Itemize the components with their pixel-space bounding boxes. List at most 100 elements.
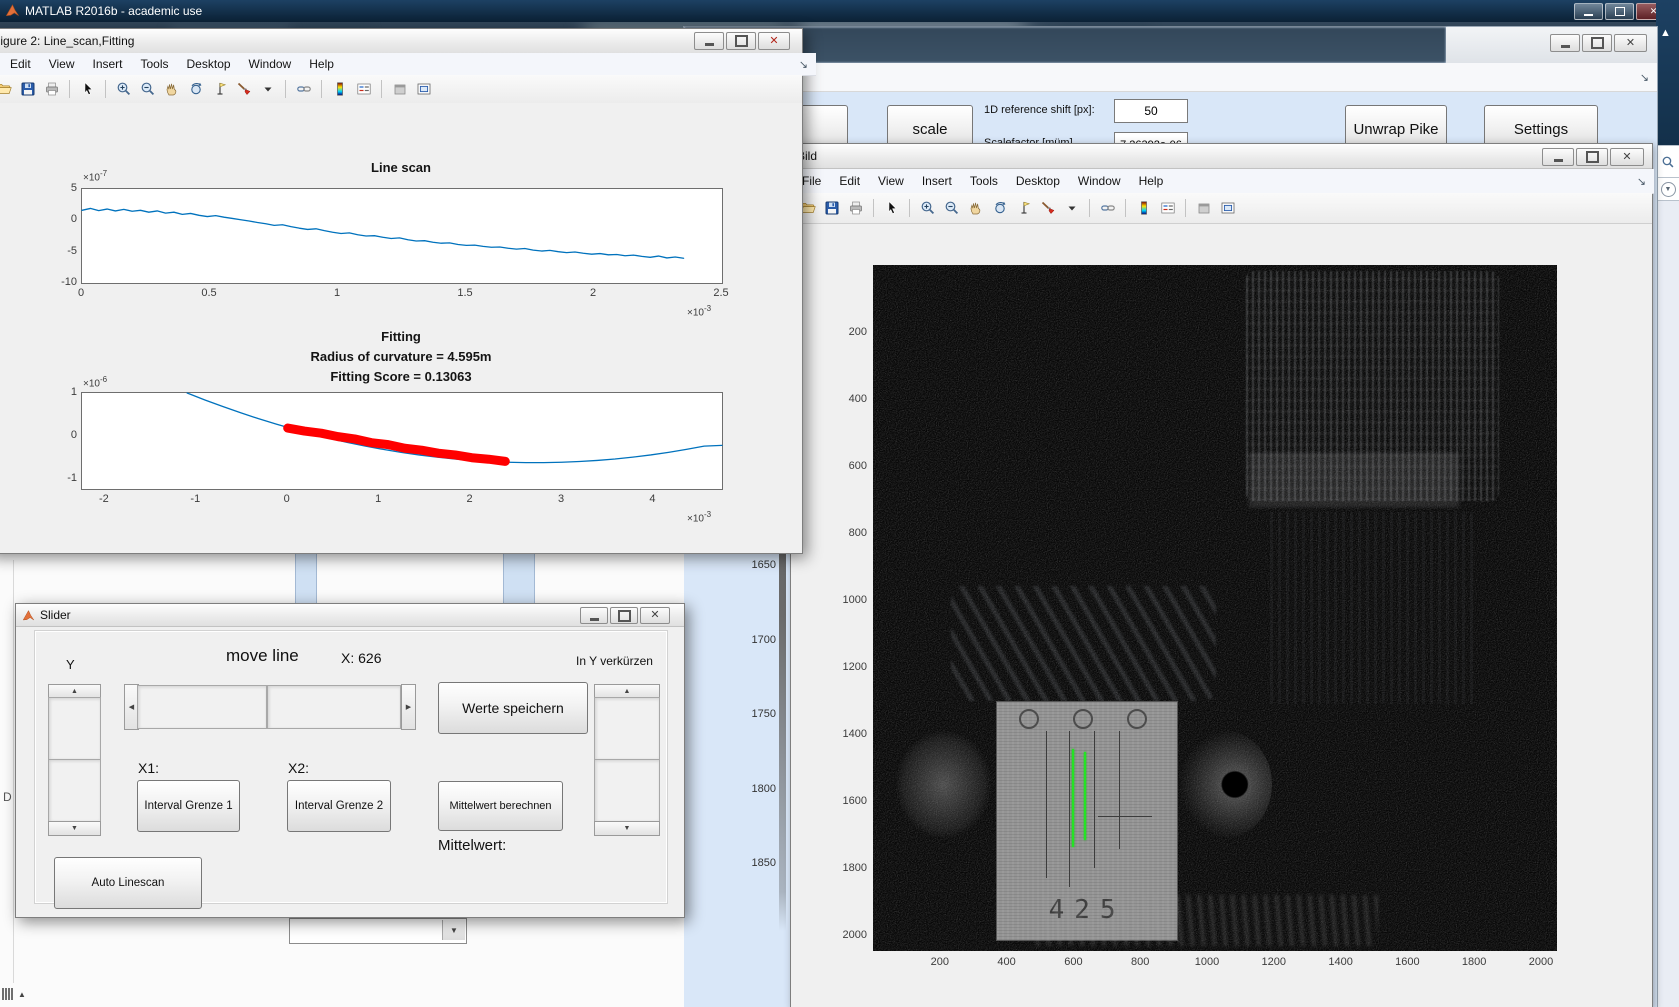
print-icon[interactable] <box>845 198 866 219</box>
zoomout-icon[interactable] <box>941 198 962 219</box>
rotate-icon[interactable] <box>989 198 1010 219</box>
legend-icon[interactable] <box>1157 198 1178 219</box>
move-line-slider[interactable]: ◀ ▶ <box>124 684 414 730</box>
menu-item-view[interactable]: View <box>40 53 84 75</box>
cursor-icon[interactable] <box>77 79 98 100</box>
menu-item-edit[interactable]: Edit <box>1 53 40 75</box>
datacursor-icon[interactable] <box>1013 198 1034 219</box>
menu-item-insert[interactable]: Insert <box>83 53 131 75</box>
menu-item-tools[interactable]: Tools <box>961 170 1007 192</box>
colorbar-icon[interactable] <box>1133 198 1154 219</box>
menu-item-desktop[interactable]: Desktop <box>1007 170 1069 192</box>
restore-button[interactable] <box>1605 3 1634 20</box>
close-button[interactable]: ✕ <box>640 607 670 624</box>
calculate-mean-button[interactable]: Mittelwert berechnen <box>438 781 563 831</box>
slider-track[interactable] <box>137 685 267 729</box>
print-icon[interactable] <box>41 79 62 100</box>
hand-icon[interactable] <box>965 198 986 219</box>
interval-limit1-button[interactable]: Interval Grenze 1 <box>137 780 240 832</box>
bild-image[interactable]: 425 <box>873 265 1557 951</box>
restore-button[interactable] <box>726 32 756 50</box>
zoomout-icon[interactable] <box>137 79 158 100</box>
save-icon[interactable] <box>821 198 842 219</box>
minimize-button[interactable] <box>1574 3 1603 20</box>
search-panel[interactable] <box>1656 145 1679 179</box>
restore-button[interactable] <box>1582 34 1612 52</box>
link-icon[interactable] <box>1097 198 1118 219</box>
y-slider-right[interactable]: ▲ ▼ <box>594 684 660 834</box>
caret-icon[interactable] <box>257 79 278 100</box>
move-line-label: move line <box>226 646 299 666</box>
close-button[interactable]: ✕ <box>1610 148 1644 166</box>
slider-track[interactable] <box>267 685 401 729</box>
grip-widget[interactable]: ▲ <box>2 986 38 1002</box>
link-icon[interactable] <box>293 79 314 100</box>
close-button[interactable]: ✕ <box>1614 34 1647 52</box>
slider-track[interactable] <box>594 759 660 822</box>
dock-arrow-icon[interactable]: ↘ <box>1637 175 1654 188</box>
dockfig-icon[interactable] <box>389 79 410 100</box>
save-values-button[interactable]: Werte speichern <box>438 682 588 734</box>
tick-label: 2000 <box>843 929 867 941</box>
expand-panel[interactable]: ▼ <box>1656 177 1679 201</box>
hand-icon[interactable] <box>161 79 182 100</box>
slider-track[interactable] <box>48 697 101 760</box>
restore-button[interactable] <box>1576 148 1608 166</box>
zoomin-icon[interactable] <box>113 79 134 100</box>
plot2-y-ticks: 10-1 <box>33 392 77 488</box>
cursor-icon[interactable] <box>881 198 902 219</box>
x1-label: X1: <box>138 760 159 776</box>
menu-item-view[interactable]: View <box>869 170 913 192</box>
menu-item-window[interactable]: Window <box>1069 170 1130 192</box>
slider-window-controls: ✕ <box>580 607 670 624</box>
folder-icon[interactable] <box>0 79 14 100</box>
interval-limit2-button[interactable]: Interval Grenze 2 <box>287 780 391 832</box>
restore-button[interactable] <box>610 607 638 624</box>
left-pad <box>896 731 991 839</box>
right-rail: ▲ ▼ <box>1656 0 1679 1007</box>
slider-down-button[interactable]: ▼ <box>594 821 660 836</box>
slider-track[interactable] <box>594 697 660 760</box>
brush-icon[interactable] <box>1037 198 1058 219</box>
datacursor-icon[interactable] <box>209 79 230 100</box>
chevron-down-icon[interactable]: ▼ <box>442 920 465 940</box>
background-combobox[interactable]: ▼ <box>289 918 467 944</box>
dock-arrow-icon[interactable]: ↘ <box>799 58 816 71</box>
caret-icon[interactable] <box>1061 198 1082 219</box>
menu-item-desktop[interactable]: Desktop <box>178 53 240 75</box>
menu-item-help[interactable]: Help <box>300 53 343 75</box>
menu-item-window[interactable]: Window <box>240 53 301 75</box>
slider-track[interactable] <box>48 759 101 822</box>
menu-item-edit[interactable]: Edit <box>830 170 869 192</box>
toolbar-separator <box>1125 199 1126 217</box>
colorbar-icon[interactable] <box>329 79 350 100</box>
minimize-button[interactable] <box>1542 148 1574 166</box>
figure2-titlebar[interactable]: Figure 2: Line_scan,Fitting <box>0 29 802 54</box>
toolstrip-collapse-icon[interactable]: ▲ <box>1660 27 1671 39</box>
zoomin-icon[interactable] <box>917 198 938 219</box>
menu-item-help[interactable]: Help <box>1130 170 1173 192</box>
dock-arrow-icon[interactable]: ↘ <box>1640 71 1657 84</box>
minimize-button[interactable] <box>694 32 724 50</box>
dockax-icon[interactable] <box>1217 198 1238 219</box>
dockax-icon[interactable] <box>413 79 434 100</box>
menu-item-tools[interactable]: Tools <box>132 53 178 75</box>
close-button[interactable]: ✕ <box>758 32 790 50</box>
mean-result-label: Mittelwert: <box>438 837 506 854</box>
y-slider-left[interactable]: ▲ ▼ <box>48 684 101 834</box>
legend-icon[interactable] <box>353 79 374 100</box>
brush-icon[interactable] <box>233 79 254 100</box>
minimize-button[interactable] <box>1550 34 1580 52</box>
slider-down-button[interactable]: ▼ <box>48 821 101 836</box>
reference-shift-input[interactable] <box>1114 99 1188 123</box>
dockfig-icon[interactable] <box>1193 198 1214 219</box>
minimize-button[interactable] <box>580 607 608 624</box>
rotate-icon[interactable] <box>185 79 206 100</box>
auto-linescan-button[interactable]: Auto Linescan <box>54 857 202 909</box>
linescan-marker-2[interactable] <box>1084 752 1086 840</box>
menu-item-insert[interactable]: Insert <box>913 170 961 192</box>
linescan-marker-1[interactable] <box>1072 749 1074 847</box>
bild-titlebar[interactable]: Bild <box>791 144 1652 169</box>
save-icon[interactable] <box>17 79 38 100</box>
slider-right-button[interactable]: ▶ <box>401 684 416 730</box>
